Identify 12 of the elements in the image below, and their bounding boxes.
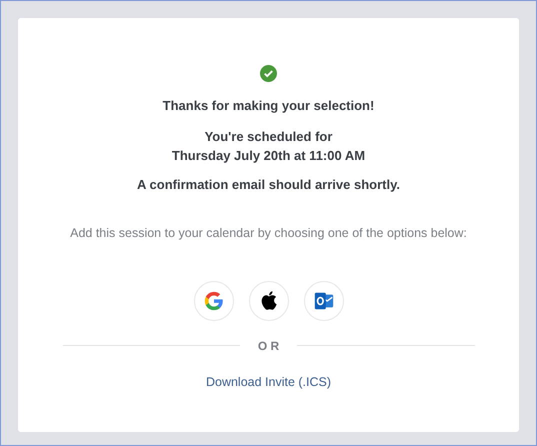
apple-logo-icon bbox=[258, 290, 278, 312]
calendar-prompt: Add this session to your calendar by choosing one of the options below: bbox=[70, 225, 467, 242]
google-logo-icon bbox=[202, 290, 224, 312]
scheduled-label: You're scheduled for bbox=[204, 128, 332, 146]
add-to-calendar-button[interactable] bbox=[304, 280, 344, 321]
add-to-calendar-button[interactable] bbox=[248, 280, 288, 321]
or-separator: O R bbox=[258, 338, 280, 355]
success-check-icon bbox=[260, 65, 277, 82]
confirmation-title: Thanks for making your selection! bbox=[162, 97, 374, 115]
email-note: A confirmation email should arrive shortly. bbox=[137, 176, 400, 194]
download-invite-link[interactable]: Download Invite (.ICS) bbox=[206, 372, 332, 392]
scheduled-time: Thursday July 20th at 11:00 AM bbox=[172, 146, 366, 164]
